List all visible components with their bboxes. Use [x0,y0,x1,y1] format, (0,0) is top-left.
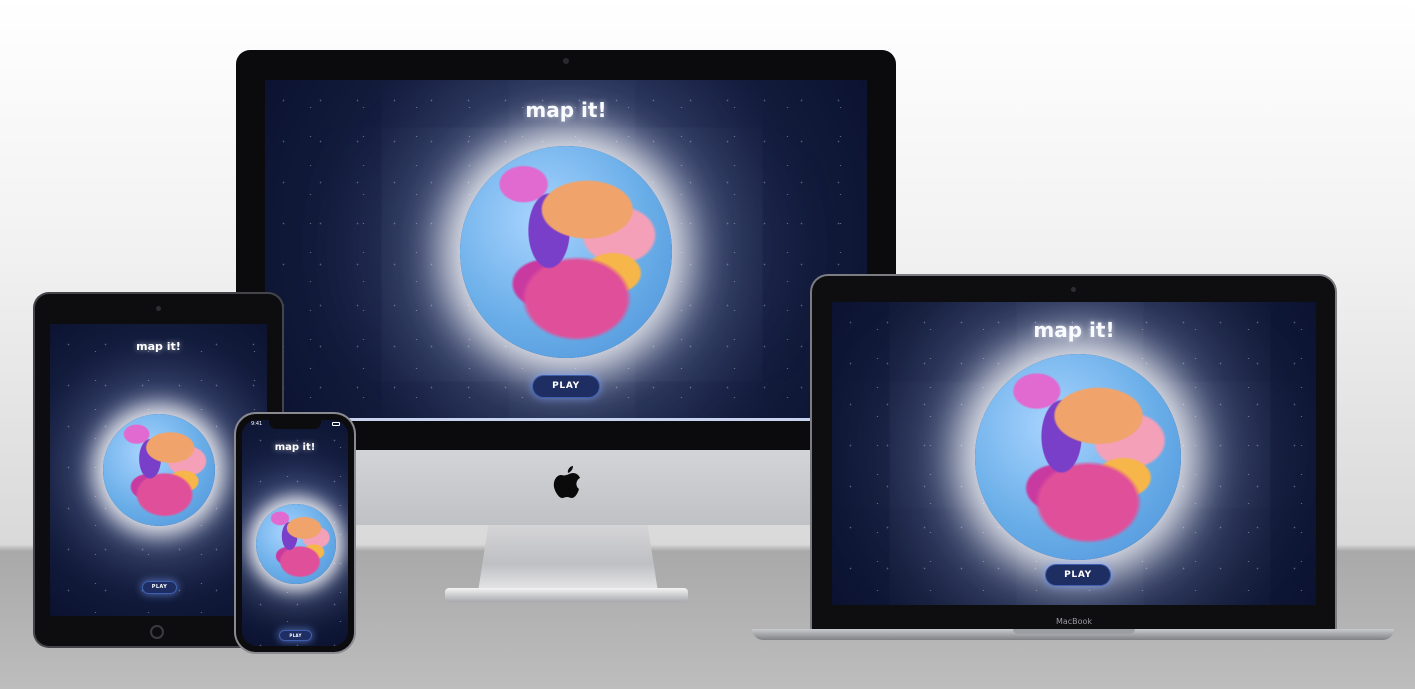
imac-screen-edge [265,418,867,421]
app-title: map it! [525,98,607,122]
macbook-notch [1013,629,1135,634]
iphone-notch [269,420,321,429]
battery-icon [332,422,340,426]
globe-map[interactable] [103,414,215,526]
imac-camera [563,58,569,64]
imac-stand-foot [445,588,688,602]
status-time: 9:41 [251,421,263,427]
globe-map[interactable] [975,354,1181,560]
app-title: map it! [136,340,181,353]
ipad-screen: map it! PLAY [50,324,267,616]
play-button[interactable]: PLAY [280,631,311,640]
macbook-screen: map it! PLAY [832,302,1316,605]
play-button[interactable]: PLAY [1046,565,1110,585]
play-button[interactable]: PLAY [143,582,176,593]
macbook-camera [1071,287,1076,292]
globe-map[interactable] [460,146,672,358]
iphone-screen: 9:41 map it! PLAY [242,420,348,646]
app-title: map it! [1033,318,1115,342]
imac-stand-neck [478,522,658,592]
imac-screen: map it! PLAY [265,80,867,418]
home-button[interactable] [150,625,164,639]
app-title: map it! [274,442,316,453]
macbook-label: MacBook [1055,617,1093,626]
apple-logo-icon [548,463,584,507]
ipad-camera [156,306,161,311]
play-button[interactable]: PLAY [533,376,599,397]
globe-map[interactable] [256,504,336,584]
